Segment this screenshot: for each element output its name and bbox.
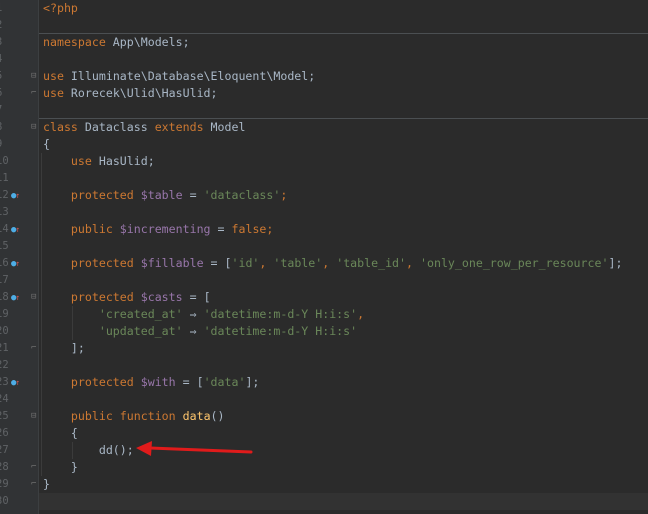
annotation-arrow: [136, 441, 253, 456]
method-separator: [39, 33, 648, 34]
code-editor[interactable]: 12345⊟6⌐78⊟9101112●↑1314●↑1516●↑1718●↑⊟1…: [0, 0, 648, 514]
method-separator: [39, 118, 648, 119]
